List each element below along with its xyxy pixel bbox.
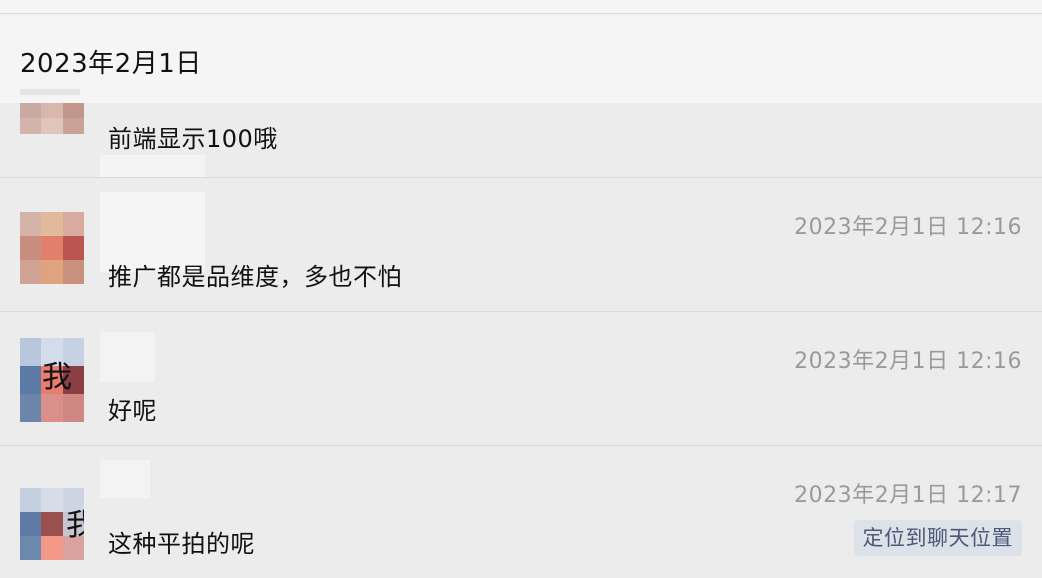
avatar[interactable] [20,212,84,284]
blurred-region [100,155,205,179]
locate-in-chat-button[interactable]: 定位到聊天位置 [853,520,1022,556]
message-timestamp: 2023年2月1日 12:16 [794,215,1022,240]
message-row[interactable]: 前端显示100哦 [0,103,1042,179]
message-text: 好呢 [108,397,157,425]
blurred-region [100,332,155,382]
message-row[interactable]: 2023年2月1日 12:16 推广都是品维度，多也不怕 [0,177,1042,311]
date-group-label: 2023年2月1日 [20,49,202,79]
message-row[interactable]: 我 2023年2月1日 12:17 这种平拍的呢 定位到聊天位置 [0,445,1042,578]
avatar-label: 我 [42,360,72,395]
message-text: 推广都是品维度，多也不怕 [108,263,402,291]
message-text: 这种平拍的呢 [108,530,255,558]
message-row[interactable]: 我 2023年2月1日 12:16 好呢 [0,311,1042,445]
message-timestamp: 2023年2月1日 12:16 [794,349,1022,374]
avatar[interactable]: 我 [20,488,84,560]
date-group-header: 2023年2月1日 [0,15,1042,103]
message-timestamp: 2023年2月1日 12:17 [794,483,1022,508]
message-text: 前端显示100哦 [108,125,278,153]
avatar[interactable] [20,103,84,149]
avatar-label: 我 [66,508,84,543]
avatar[interactable]: 我 [20,338,84,422]
top-divider-strip [0,0,1042,14]
blurred-region [20,89,80,95]
blurred-region [100,460,150,498]
